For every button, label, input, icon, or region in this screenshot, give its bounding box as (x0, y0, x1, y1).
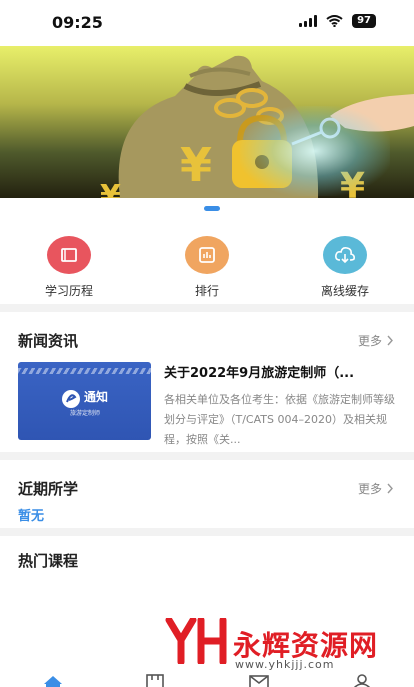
quick-nav-offline-cache[interactable]: 离线缓存 (295, 236, 395, 299)
thumb-title: 通知 (84, 390, 109, 404)
carousel-indicator (0, 198, 414, 220)
user-icon (353, 674, 371, 687)
chevron-right-icon (387, 483, 393, 494)
watermark-logo (165, 616, 229, 673)
home-icon (44, 676, 62, 687)
bottom-tab-bar (0, 670, 414, 687)
battery-indicator: 97 (352, 14, 376, 28)
news-more-link[interactable]: 更多 (358, 332, 394, 349)
chart-icon (185, 236, 229, 274)
banner-glow (240, 106, 390, 196)
wifi-icon (326, 15, 343, 27)
book-tab-icon (146, 674, 164, 687)
recent-section: 近期所学 更多 暂无 (0, 460, 414, 528)
news-section-title: 新闻资讯 (18, 332, 79, 350)
quick-nav-label: 离线缓存 (320, 284, 369, 298)
news-item-summary: 各相关单位及各位考生：依据《旅游定制师等级划分与评定》（T/CATS 004–2… (164, 393, 395, 446)
status-time: 09:25 (52, 13, 103, 32)
status-icons: 97 (299, 14, 376, 28)
svg-text:¥: ¥ (100, 179, 121, 198)
quick-nav-ranking[interactable]: 排行 (157, 236, 257, 299)
signal-icon (299, 15, 318, 27)
hot-courses-title: 热门课程 (18, 552, 79, 570)
recent-more-link[interactable]: 更多 (358, 480, 394, 497)
news-item-title: 关于2022年9月旅游定制师（... (164, 366, 355, 381)
svg-text:¥: ¥ (180, 138, 212, 192)
status-bar: 09:25 97 (0, 0, 414, 46)
book-icon (47, 236, 91, 274)
tab-courses[interactable] (145, 673, 165, 687)
mail-icon (249, 675, 269, 687)
chevron-right-icon (387, 335, 393, 346)
carousel-dot-active (204, 206, 220, 211)
news-section: 新闻资讯 更多 通知 旅游定制师 关于2022年9月旅游定制师（... 各相关单… (0, 312, 414, 452)
recent-section-title: 近期所学 (18, 480, 79, 498)
quick-nav: 学习历程 排行 离线缓存 (0, 220, 414, 304)
quick-nav-label: 排行 (194, 284, 219, 298)
more-label: 更多 (357, 482, 382, 496)
quick-nav-label: 学习历程 (44, 284, 93, 298)
tab-home[interactable] (42, 673, 64, 687)
watermark: 永辉资源网 www.yhkjjj.com (165, 616, 395, 673)
cloud-download-icon (323, 236, 367, 274)
tab-profile[interactable] (352, 673, 372, 687)
notice-logo-icon (62, 390, 80, 408)
thumb-subtitle: 旅游定制师 (70, 410, 101, 417)
recent-empty-text: 暂无 (18, 509, 45, 524)
quick-nav-study-history[interactable]: 学习历程 (19, 236, 119, 299)
more-label: 更多 (357, 334, 382, 348)
tab-messages[interactable] (248, 673, 270, 687)
thumb-stripe (18, 368, 151, 374)
news-thumbnail: 通知 旅游定制师 (18, 362, 151, 440)
banner-carousel[interactable]: ¥ ¥ ¥ (0, 46, 414, 198)
